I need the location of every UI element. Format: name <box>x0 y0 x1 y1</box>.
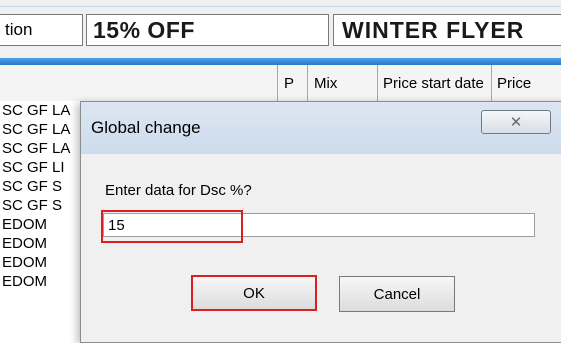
dialog-title-bar[interactable]: Global change ✕ <box>81 102 561 154</box>
grid-header: P Mix Price start date Price <box>0 65 561 102</box>
discount-input[interactable] <box>103 213 535 237</box>
action-field[interactable]: tion <box>0 14 83 46</box>
column-header-p[interactable]: P <box>277 65 307 101</box>
column-header-price-start-date[interactable]: Price start date <box>377 65 491 101</box>
action-field-text: tion <box>5 20 33 39</box>
column-header-price[interactable]: Price <box>491 65 561 101</box>
table-row[interactable]: SC GF LA <box>0 120 92 139</box>
table-row[interactable]: SC GF S <box>0 196 92 215</box>
table-row[interactable]: SC GF LA <box>0 139 92 158</box>
accent-bar <box>0 58 561 65</box>
close-button[interactable]: ✕ <box>481 110 551 134</box>
dialog-body: Enter data for Dsc %? OK Cancel <box>81 154 561 342</box>
table-row[interactable]: SC GF LI <box>0 158 92 177</box>
table-row[interactable]: EDOM <box>0 234 92 253</box>
ok-button[interactable]: OK <box>191 275 317 311</box>
discount-field[interactable]: 15% OFF <box>86 14 329 46</box>
divider <box>0 6 561 7</box>
table-row[interactable]: EDOM <box>0 215 92 234</box>
discount-field-text: 15% OFF <box>93 16 195 43</box>
global-change-dialog: Global change ✕ Enter data for Dsc %? OK… <box>80 101 561 343</box>
dialog-title: Global change <box>91 118 201 137</box>
table-row[interactable]: EDOM <box>0 253 92 272</box>
promotion-name-field[interactable]: WINTER FLYER <box>333 14 561 46</box>
close-icon: ✕ <box>509 114 523 131</box>
cancel-button[interactable]: Cancel <box>339 276 455 312</box>
table-row[interactable]: EDOM <box>0 272 92 291</box>
dialog-prompt: Enter data for Dsc %? <box>105 182 252 199</box>
table-row[interactable]: SC GF S <box>0 177 92 196</box>
toolbar-area: tion 15% OFF WINTER FLYER <box>0 0 561 58</box>
promotion-name-text: WINTER FLYER <box>342 16 525 43</box>
column-header-mix[interactable]: Mix <box>307 65 377 101</box>
table-row[interactable]: SC GF LA <box>0 101 92 120</box>
